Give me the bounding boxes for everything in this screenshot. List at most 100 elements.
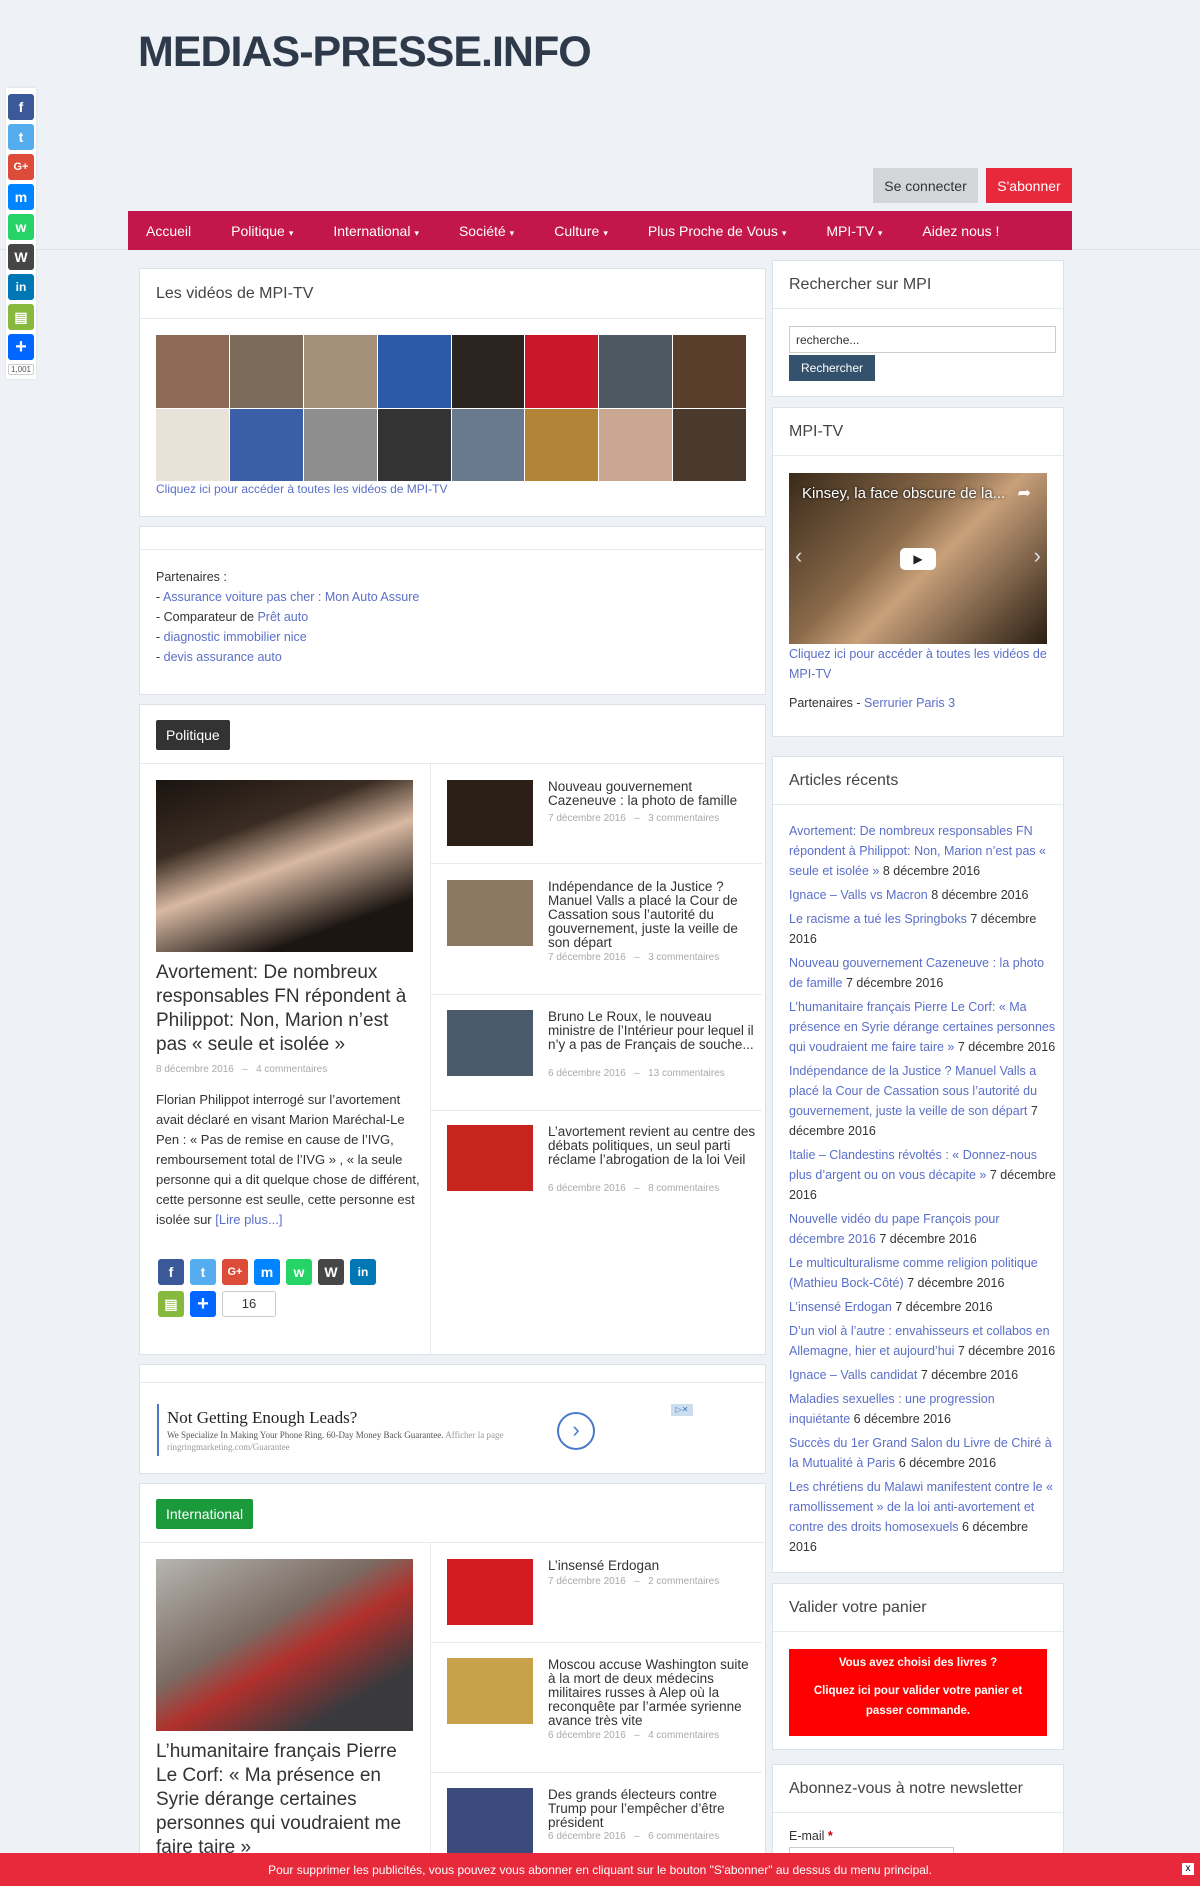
list-item[interactable]: Nouveau gouvernement Cazeneuve : la phot…	[431, 780, 762, 864]
nav-item-culture[interactable]: Culture ▾	[554, 223, 608, 239]
video-thumb[interactable]	[673, 335, 746, 408]
adchoices-icon[interactable]: ▷✕	[671, 1404, 693, 1416]
politique-badge[interactable]: Politique	[156, 720, 230, 750]
article-thumb[interactable]	[447, 1788, 533, 1854]
video-thumb[interactable]	[303, 335, 377, 408]
post-comments[interactable]: 3 commentaires	[648, 952, 719, 963]
play-icon[interactable]: ▶	[900, 548, 936, 570]
article-thumb[interactable]	[447, 1010, 533, 1076]
recent-article-link[interactable]: Ignace – Valls vs Macron	[789, 888, 928, 902]
read-more-link[interactable]: [Lire plus...]	[215, 1212, 282, 1227]
recent-article-link[interactable]: Le racisme a tué les Springboks	[789, 912, 967, 926]
post-comments[interactable]: 13 commentaires	[648, 1068, 725, 1079]
ad-title[interactable]: Not Getting Enough Leads?	[167, 1408, 357, 1428]
close-icon[interactable]: x	[1182, 1863, 1194, 1875]
video-thumb[interactable]	[303, 408, 377, 481]
list-item[interactable]: Bruno Le Roux, le nouveau ministre de l’…	[431, 1010, 762, 1111]
article-thumb[interactable]	[447, 1559, 533, 1625]
whatsapp-icon[interactable]: w	[286, 1259, 312, 1285]
ad-afficher[interactable]: Afficher la page	[445, 1430, 503, 1440]
video-thumb[interactable]	[599, 408, 673, 481]
wordpress-icon[interactable]: W	[8, 244, 34, 270]
cart-button[interactable]: Vous avez choisi des livres ? Cliquez ic…	[789, 1649, 1047, 1736]
video-thumb[interactable]	[673, 408, 746, 481]
video-thumb[interactable]	[525, 408, 599, 481]
video-thumb[interactable]	[377, 408, 451, 481]
search-input[interactable]	[789, 326, 1056, 353]
print-icon[interactable]: ▤	[8, 304, 34, 330]
article-title[interactable]: L’avortement revient au centre des débat…	[548, 1125, 758, 1167]
article-thumb[interactable]	[447, 1658, 533, 1724]
post-comments[interactable]: 4 commentaires	[648, 1730, 719, 1741]
partner-link[interactable]: Assurance voiture pas cher : Mon Auto As…	[163, 590, 419, 604]
nav-item-proche[interactable]: Plus Proche de Vous ▾	[648, 223, 787, 239]
partner-link[interactable]: devis assurance auto	[164, 650, 282, 664]
nav-item-accueil[interactable]: Accueil	[146, 223, 191, 239]
recent-article-link[interactable]: Indépendance de la Justice ? Manuel Vall…	[789, 1064, 1037, 1118]
whatsapp-icon[interactable]: w	[8, 214, 34, 240]
google-plus-icon[interactable]: G+	[8, 154, 34, 180]
article-title[interactable]: Moscou accuse Washington suite à la mort…	[548, 1658, 758, 1728]
chevron-right-icon[interactable]: ›	[557, 1412, 595, 1450]
video-thumb[interactable]	[377, 335, 451, 408]
facebook-icon[interactable]: f	[158, 1259, 184, 1285]
article-thumb[interactable]	[447, 1125, 533, 1191]
video-thumb[interactable]	[525, 335, 599, 408]
nav-item-politique[interactable]: Politique ▾	[231, 223, 293, 239]
list-item[interactable]: Indépendance de la Justice ? Manuel Vall…	[431, 880, 762, 995]
messenger-icon[interactable]: m	[8, 184, 34, 210]
video-thumb[interactable]	[156, 408, 229, 481]
video-thumb[interactable]	[451, 335, 525, 408]
article-title[interactable]: L’insensé Erdogan	[548, 1559, 758, 1573]
messenger-icon[interactable]: m	[254, 1259, 280, 1285]
video-thumb[interactable]	[156, 335, 229, 408]
list-item[interactable]: Moscou accuse Washington suite à la mort…	[431, 1658, 762, 1773]
featured-image[interactable]	[156, 1559, 413, 1731]
international-badge[interactable]: International	[156, 1499, 254, 1529]
video-thumb[interactable]	[229, 335, 303, 408]
list-item[interactable]: L’insensé Erdogan 7 décembre 2016 – 2 co…	[431, 1559, 762, 1643]
twitter-icon[interactable]: t	[8, 124, 34, 150]
all-videos-link[interactable]: Cliquez ici pour accéder à toutes les vi…	[789, 644, 1051, 684]
print-icon[interactable]: ▤	[158, 1291, 184, 1317]
facebook-icon[interactable]: f	[8, 94, 34, 120]
article-title[interactable]: Des grands électeurs contre Trump pour l…	[548, 1788, 758, 1830]
featured-title[interactable]: Avortement: De nombreux responsables FN …	[156, 961, 418, 1057]
nav-item-mpitv[interactable]: MPI-TV ▾	[826, 223, 882, 239]
login-button[interactable]: Se connecter	[873, 168, 978, 203]
wordpress-icon[interactable]: W	[318, 1259, 344, 1285]
article-thumb[interactable]	[447, 780, 533, 846]
partner-link[interactable]: Prêt auto	[257, 610, 308, 624]
nav-item-societe[interactable]: Société ▾	[459, 223, 514, 239]
chevron-left-icon[interactable]: ‹	[795, 543, 802, 569]
post-comments[interactable]: 6 commentaires	[648, 1831, 719, 1842]
search-button[interactable]: Rechercher	[789, 355, 875, 381]
video-player[interactable]: Kinsey, la face obscure de la... ➦ ▶ ‹ ›	[789, 473, 1047, 644]
ad-banner[interactable]: Not Getting Enough Leads? We Specialize …	[157, 1404, 693, 1456]
video-thumb[interactable]	[229, 408, 303, 481]
all-videos-link[interactable]: Cliquez ici pour accéder à toutes les vi…	[156, 482, 447, 496]
partner-link[interactable]: diagnostic immobilier nice	[164, 630, 307, 644]
post-comments[interactable]: 2 commentaires	[648, 1576, 719, 1587]
subscribe-button[interactable]: S'abonner	[986, 168, 1072, 203]
twitter-icon[interactable]: t	[190, 1259, 216, 1285]
list-item[interactable]: L’avortement revient au centre des débat…	[431, 1125, 762, 1209]
video-title[interactable]: Kinsey, la face obscure de la...	[802, 485, 1005, 502]
partner-link[interactable]: Serrurier Paris 3	[864, 696, 955, 710]
google-plus-icon[interactable]: G+	[222, 1259, 248, 1285]
post-comments[interactable]: 8 commentaires	[648, 1183, 719, 1194]
featured-title[interactable]: L’humanitaire français Pierre Le Corf: «…	[156, 1740, 418, 1860]
article-title[interactable]: Indépendance de la Justice ? Manuel Vall…	[548, 880, 758, 950]
ad-url[interactable]: ringringmarketing.com/Guarantee	[167, 1442, 290, 1452]
nav-item-international[interactable]: International ▾	[333, 223, 419, 239]
post-comments[interactable]: 4 commentaires	[256, 1064, 327, 1075]
post-comments[interactable]: 3 commentaires	[648, 813, 719, 824]
article-title[interactable]: Bruno Le Roux, le nouveau ministre de l’…	[548, 1010, 758, 1052]
recent-article-link[interactable]: L’insensé Erdogan	[789, 1300, 892, 1314]
featured-image[interactable]	[156, 780, 413, 952]
nav-item-aidez[interactable]: Aidez nous !	[922, 223, 999, 239]
share-plus-icon[interactable]: +	[8, 334, 34, 360]
video-thumb[interactable]	[599, 335, 673, 408]
chevron-right-icon[interactable]: ›	[1034, 543, 1041, 569]
recent-article-link[interactable]: Ignace – Valls candidat	[789, 1368, 917, 1382]
